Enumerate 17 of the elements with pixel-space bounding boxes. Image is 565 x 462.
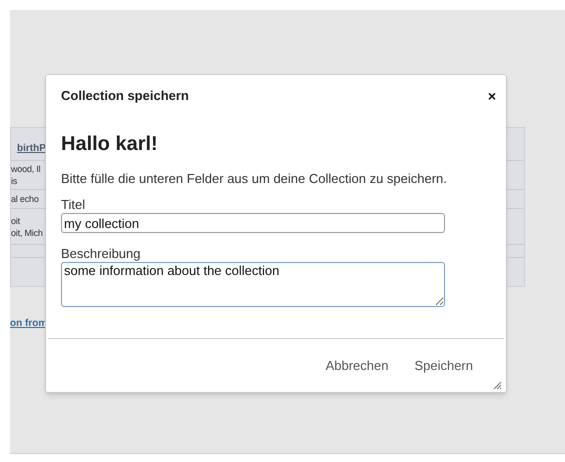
dialog-title: Collection speichern — [61, 87, 189, 105]
cancel-button[interactable]: Abbrechen — [326, 352, 388, 380]
title-field[interactable]: my collection — [61, 213, 445, 233]
field-label: Beschreibung — [61, 246, 142, 261]
intro-text: Bitte fülle die unteren Felder aus um deine Collection zu speichern. — [61, 170, 448, 188]
table-cell-text: oit, Mich — [11, 226, 43, 238]
close-button[interactable]: × — [488, 88, 496, 103]
table-cell-text: wood, Il — [11, 163, 40, 175]
greeting-heading: Hallo karl! — [61, 132, 159, 156]
save-button[interactable]: Speichern — [414, 352, 473, 380]
description-field[interactable]: some information about the collection — [61, 262, 445, 307]
table-cell-text: al echo — [11, 193, 39, 205]
column-header[interactable]: birthP — [17, 141, 46, 156]
resize-grip-icon[interactable] — [493, 381, 502, 390]
table-cell-text: oit — [11, 214, 20, 226]
table-cell-text: is — [11, 175, 18, 187]
field-label: Titel — [61, 197, 86, 212]
